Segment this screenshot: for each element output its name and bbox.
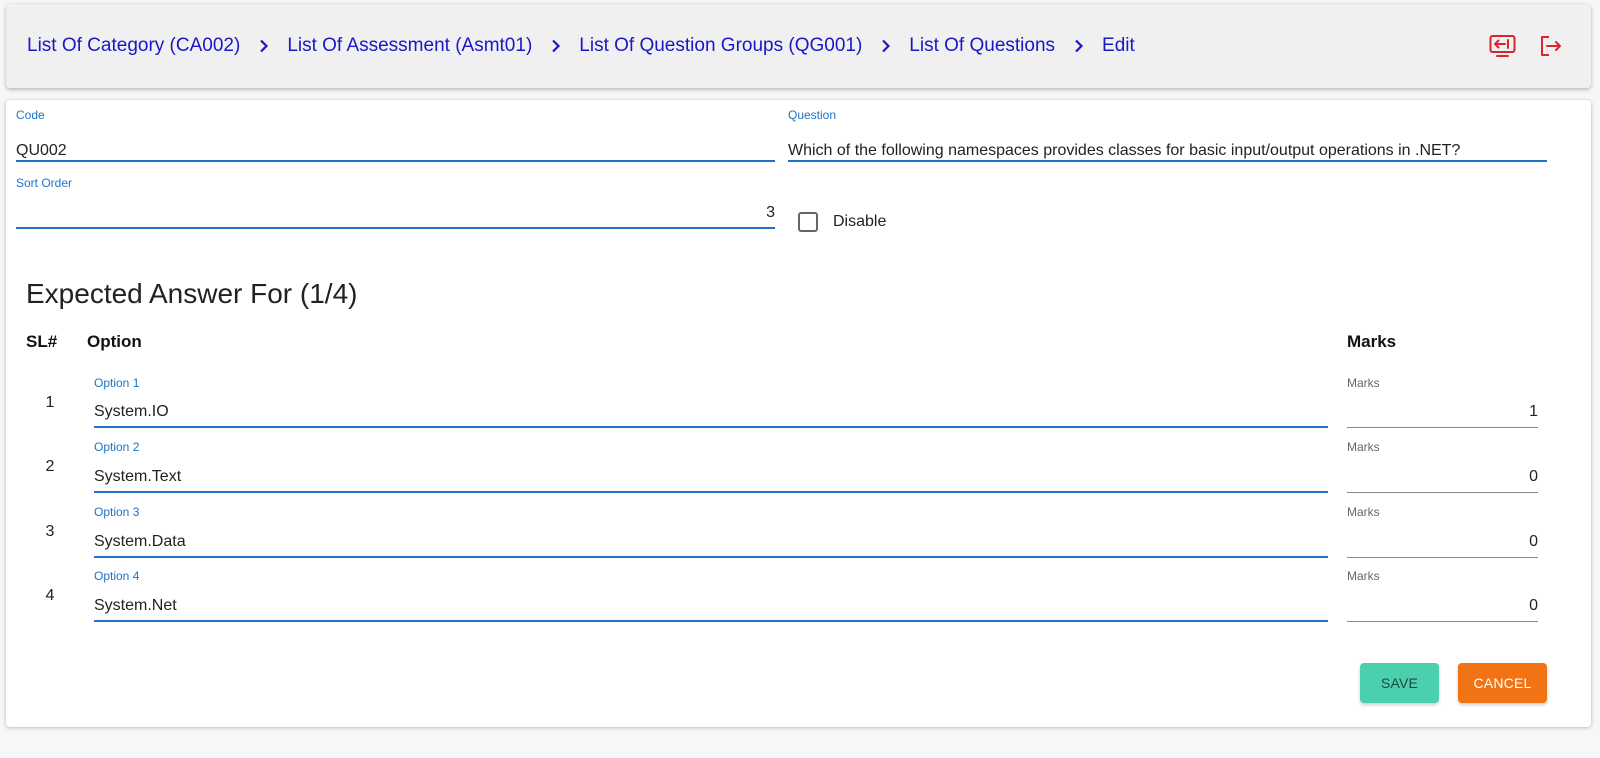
option-4-field[interactable]: Option 4 System.Net (94, 569, 1328, 623)
marks-underline (1347, 427, 1538, 428)
row-sl-number: 4 (45, 587, 55, 604)
option-2-field[interactable]: Option 2 System.Text (94, 440, 1328, 494)
save-button[interactable]: SAVE (1360, 663, 1439, 703)
marks-underline (1347, 557, 1538, 558)
breadcrumb-question-groups[interactable]: List Of Question Groups (QG001) (579, 35, 862, 57)
marks-label: Marks (1347, 376, 1380, 390)
question-underline (788, 160, 1547, 162)
switch-screen-icon[interactable] (1489, 34, 1516, 58)
marks-label: Marks (1347, 440, 1380, 454)
option-underline (94, 491, 1328, 493)
disable-checkbox[interactable] (798, 212, 818, 232)
option-label: Option 2 (94, 440, 140, 454)
breadcrumb-edit[interactable]: Edit (1102, 35, 1135, 57)
code-input[interactable]: QU002 (16, 142, 775, 160)
question-field[interactable]: Question Which of the following namespac… (788, 108, 1547, 164)
marks-input[interactable]: 0 (1347, 597, 1538, 615)
breadcrumb-category[interactable]: List Of Category (CA002) (27, 35, 240, 57)
header-bar: List Of Category (CA002) List Of Assessm… (6, 4, 1591, 88)
disable-label: Disable (833, 213, 887, 230)
option-1-field[interactable]: Option 1 System.IO (94, 376, 1328, 430)
sort-order-underline (16, 227, 775, 229)
option-input[interactable]: System.Data (94, 533, 1328, 551)
marks-1-field[interactable]: Marks 1 (1347, 376, 1538, 430)
code-underline (16, 160, 775, 162)
sort-order-input[interactable]: 3 (16, 204, 775, 222)
cancel-button[interactable]: CANCEL (1458, 663, 1547, 703)
marks-input[interactable]: 0 (1347, 533, 1538, 551)
marks-underline (1347, 492, 1538, 493)
option-input[interactable]: System.Text (94, 468, 1328, 486)
row-sl-number: 2 (45, 458, 55, 475)
code-label: Code (16, 108, 45, 122)
option-label: Option 3 (94, 505, 140, 519)
chevron-right-icon (240, 36, 287, 56)
logout-icon[interactable] (1538, 34, 1565, 58)
option-underline (94, 620, 1328, 622)
chevron-right-icon (532, 36, 579, 56)
option-3-field[interactable]: Option 3 System.Data (94, 505, 1328, 559)
chevron-right-icon (862, 36, 909, 56)
disable-checkbox-row[interactable]: Disable (798, 212, 886, 232)
marks-underline (1347, 621, 1538, 622)
marks-4-field[interactable]: Marks 0 (1347, 569, 1538, 623)
column-header-option: Option (87, 332, 142, 351)
option-label: Option 4 (94, 569, 140, 583)
row-sl-number: 3 (45, 523, 55, 540)
column-header-marks: Marks (1347, 332, 1397, 351)
sort-order-label: Sort Order (16, 176, 73, 190)
chevron-right-icon (1055, 36, 1102, 56)
breadcrumb-questions[interactable]: List Of Questions (909, 35, 1055, 57)
row-sl-number: 1 (45, 394, 55, 411)
option-input[interactable]: System.Net (94, 597, 1328, 615)
sort-order-field[interactable]: Sort Order 3 (16, 176, 775, 232)
option-underline (94, 426, 1328, 428)
marks-input[interactable]: 1 (1347, 403, 1538, 421)
column-header-sl: SL# (26, 332, 58, 351)
expected-answer-title: Expected Answer For (1/4) (26, 278, 358, 309)
marks-2-field[interactable]: Marks 0 (1347, 440, 1538, 494)
question-label: Question (788, 108, 837, 122)
marks-label: Marks (1347, 505, 1380, 519)
breadcrumb-assessment[interactable]: List Of Assessment (Asmt01) (287, 35, 532, 57)
option-label: Option 1 (94, 376, 140, 390)
breadcrumb: List Of Category (CA002) List Of Assessm… (27, 4, 1135, 88)
marks-3-field[interactable]: Marks 0 (1347, 505, 1538, 559)
option-input[interactable]: System.IO (94, 403, 1328, 421)
question-input[interactable]: Which of the following namespaces provid… (788, 142, 1547, 160)
option-underline (94, 556, 1328, 558)
code-field[interactable]: Code QU002 (16, 108, 775, 164)
marks-label: Marks (1347, 569, 1380, 583)
marks-input[interactable]: 0 (1347, 468, 1538, 486)
